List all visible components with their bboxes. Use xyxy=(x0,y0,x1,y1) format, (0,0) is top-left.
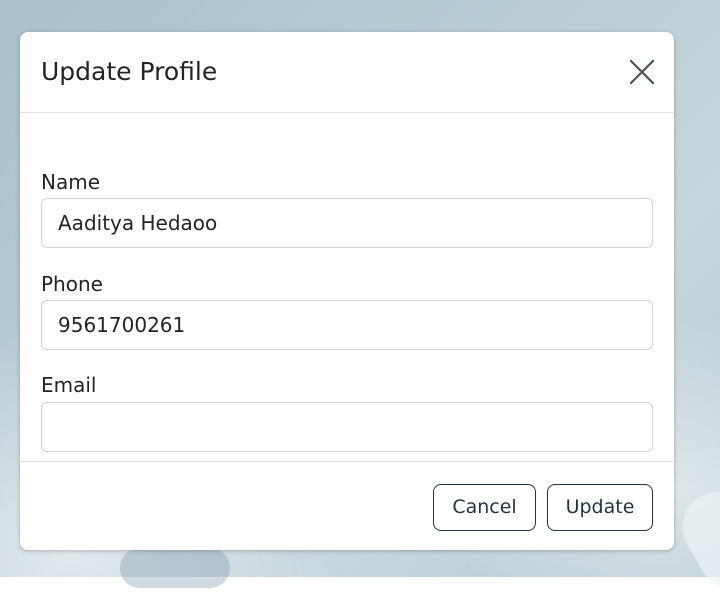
name-label: Name xyxy=(41,170,101,194)
name-input[interactable] xyxy=(41,198,653,248)
phone-input[interactable] xyxy=(41,300,653,350)
email-label: Email xyxy=(41,373,97,397)
modal-footer: Cancel Update xyxy=(20,461,674,550)
backdrop-decoration xyxy=(120,548,230,588)
close-icon xyxy=(629,59,655,85)
email-input[interactable] xyxy=(41,402,653,452)
update-button[interactable]: Update xyxy=(547,484,653,531)
phone-label: Phone xyxy=(41,272,103,296)
modal-header: Update Profile xyxy=(20,32,674,113)
update-profile-modal: Update Profile Name Phone Email Cancel U… xyxy=(20,32,674,550)
backdrop-decoration xyxy=(669,479,720,601)
modal-body: Name Phone Email xyxy=(20,113,674,461)
close-button[interactable] xyxy=(624,54,660,90)
cancel-button[interactable]: Cancel xyxy=(433,484,536,531)
modal-title: Update Profile xyxy=(41,57,218,86)
